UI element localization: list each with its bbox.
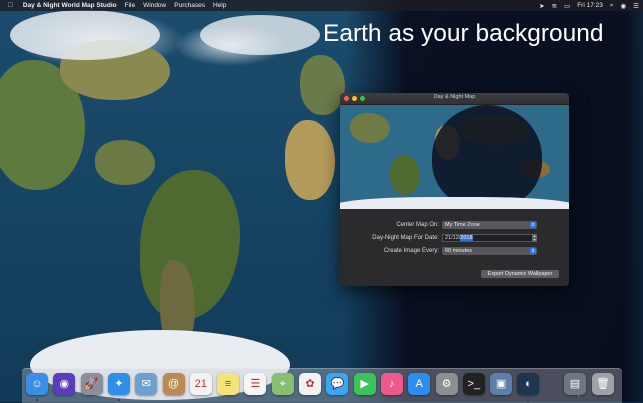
siri-icon[interactable]: ◉ xyxy=(53,373,76,395)
app-store-icon[interactable]: A xyxy=(408,373,431,395)
battery-icon[interactable]: ▭ xyxy=(564,2,570,10)
date-field[interactable]: 21/12/2018 xyxy=(442,234,537,242)
date-label: Day-Night Map For Date: xyxy=(372,235,439,241)
headline: Earth as your background xyxy=(323,20,604,47)
trash-icon[interactable]: 🗑 xyxy=(592,373,614,395)
finder-icon[interactable]: ☺ xyxy=(26,373,48,395)
center-map-label: Center Map On: xyxy=(396,222,439,228)
date-year-selected: 2018 xyxy=(460,235,473,241)
photos-icon[interactable]: ✿ xyxy=(299,373,321,395)
running-indicator xyxy=(527,399,530,401)
location-arrow-icon[interactable]: ➤ xyxy=(539,2,544,10)
day-night-map-icon[interactable]: ◐ xyxy=(517,373,540,395)
interval-select[interactable]: 60 minutes ⇕ xyxy=(442,247,537,255)
wifi-icon[interactable]: ≋ xyxy=(552,2,557,10)
terminal-icon[interactable]: >_ xyxy=(462,373,485,395)
running-indicator xyxy=(36,399,38,401)
export-wallpaper-button[interactable]: Export Dynamic Wallpaper xyxy=(481,270,559,278)
siri-icon[interactable]: ◉ xyxy=(621,2,627,10)
dock: ☺ ◉ 🚀 ✦ ✉ @21 ≡ ☰ ⌖ ✿ 💬 ▶ ♪ A ⚙ >_ ▣ ◐ ▤ 🗑 xyxy=(22,368,622,403)
safari-icon[interactable]: ✦ xyxy=(107,373,130,395)
window-menu[interactable]: Window xyxy=(143,2,166,9)
map-preview xyxy=(340,105,569,209)
itunes-icon[interactable]: ♪ xyxy=(380,373,403,395)
file-menu[interactable]: File xyxy=(125,2,135,9)
purchases-menu[interactable]: Purchases xyxy=(174,2,205,9)
day-night-map-window: Day & Night Map Center Map On: My Time Z… xyxy=(340,93,569,286)
chevron-updown-icon: ⇕ xyxy=(530,222,536,228)
reminders-icon[interactable]: ☰ xyxy=(244,373,267,395)
system-preferences-icon[interactable]: ⚙ xyxy=(435,373,458,395)
running-indicator xyxy=(117,399,120,401)
date-stepper[interactable]: ▴ ▾ xyxy=(532,234,537,242)
title-bar[interactable]: Day & Night Map xyxy=(340,93,569,105)
center-map-select[interactable]: My Time Zone ⇕ xyxy=(442,221,537,229)
mail-icon[interactable]: ✉ xyxy=(135,373,158,395)
maps-icon[interactable]: ⌖ xyxy=(271,373,294,395)
notes-icon[interactable]: ≡ xyxy=(217,373,240,395)
menu-bar:  Day & Night World Map Studio File Wind… xyxy=(0,0,643,11)
contacts-icon[interactable]: @ xyxy=(162,373,185,395)
clock[interactable]: Fri 17:23 xyxy=(577,2,603,9)
app-menu[interactable]: Day & Night World Map Studio xyxy=(23,2,117,9)
window-title: Day & Night Map xyxy=(433,94,476,100)
status-area: ➤ ≋ ▭ Fri 17:23 ⌕ ◉ ☰ xyxy=(539,0,639,11)
chevron-updown-icon: ⇕ xyxy=(530,248,536,254)
help-menu[interactable]: Help xyxy=(213,2,226,9)
messages-icon[interactable]: 💬 xyxy=(326,373,349,395)
downloads-stack-icon[interactable]: ▤ xyxy=(564,373,586,395)
notification-list-icon[interactable]: ☰ xyxy=(633,2,639,10)
interval-label: Create Image Every: xyxy=(383,248,439,254)
launchpad-icon[interactable]: 🚀 xyxy=(80,373,103,395)
preview-icon[interactable]: ▣ xyxy=(490,373,513,395)
calendar-icon[interactable]: 21 xyxy=(189,373,212,395)
apple-menu-icon[interactable]:  xyxy=(8,2,13,9)
facetime-icon[interactable]: ▶ xyxy=(353,373,376,395)
search-icon[interactable]: ⌕ xyxy=(610,2,614,10)
